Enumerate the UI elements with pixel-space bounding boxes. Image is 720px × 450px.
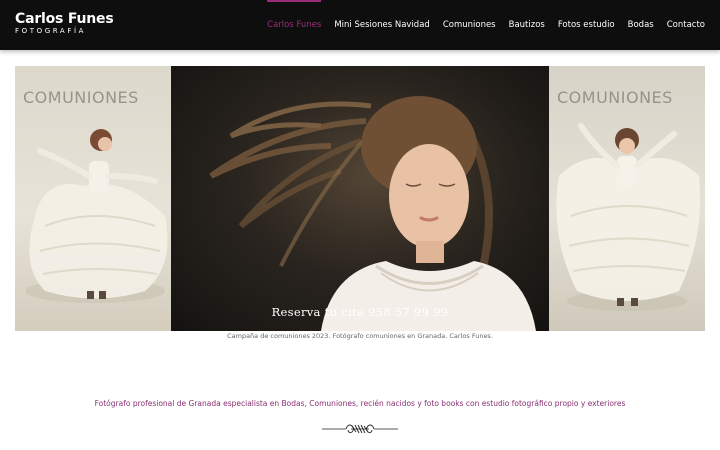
nav-item-contacto[interactable]: Contacto: [667, 20, 705, 30]
main-nav: Carlos Funes Mini Sesiones Navidad Comun…: [267, 0, 705, 50]
hero-right-photo: COMUNIONES: [549, 66, 705, 331]
girl-spinning-dress-illustration: [556, 123, 701, 311]
hero-banner[interactable]: COMUNIONES Reserva tu cita 958 57 99 99 …: [15, 66, 705, 331]
girl-portrait-illustration: [171, 66, 549, 331]
nav-item-mini-sesiones-navidad[interactable]: Mini Sesiones Navidad: [334, 20, 429, 30]
hero-caption: Campaña de comuniones 2023. Fotógrafo co…: [227, 332, 493, 340]
hero-center-photo: Reserva tu cita 958 57 99 99: [171, 66, 549, 331]
nav-item-bodas[interactable]: Bodas: [628, 20, 654, 30]
nav-item-comuniones[interactable]: Comuniones: [443, 20, 496, 30]
site-tagline: Fotógrafo profesional de Granada especia…: [94, 399, 626, 408]
logo-name: Carlos Funes: [15, 11, 114, 27]
site-header: Carlos Funes FOTOGRAFÍA Carlos Funes Min…: [0, 0, 720, 50]
nav-item-bautizos[interactable]: Bautizos: [509, 20, 545, 30]
logo-subtitle: FOTOGRAFÍA: [15, 27, 86, 35]
nav-item-carlos-funes[interactable]: Carlos Funes: [267, 0, 322, 30]
flourish-divider-icon: [322, 424, 398, 434]
reserve-appointment-text[interactable]: Reserva tu cita 958 57 99 99: [171, 305, 549, 319]
site-logo[interactable]: Carlos Funes FOTOGRAFÍA: [15, 11, 114, 36]
hero-left-photo: COMUNIONES: [15, 66, 171, 331]
girl-twirling-dress-illustration: [25, 129, 168, 303]
nav-item-fotos-estudio[interactable]: Fotos estudio: [558, 20, 615, 30]
